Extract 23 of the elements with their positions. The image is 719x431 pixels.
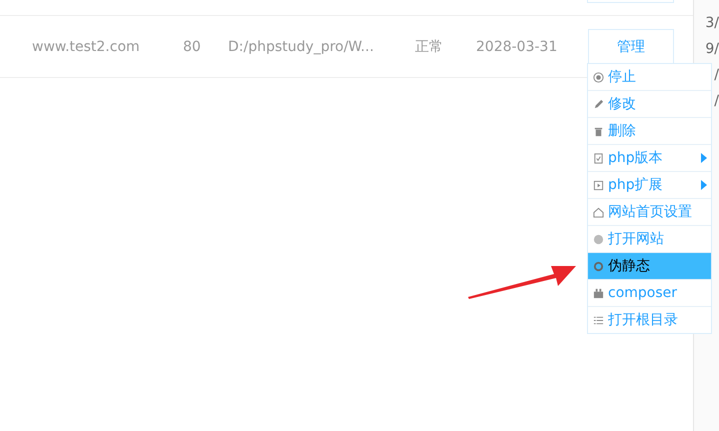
date-cell: 2028-03-31 <box>476 38 558 54</box>
cut-off-text: 3/ <box>705 15 719 32</box>
submenu-arrow-icon <box>701 180 707 190</box>
play-icon <box>593 180 604 190</box>
port-cell-text: 80 <box>183 38 202 54</box>
pencil-icon <box>593 98 604 110</box>
ring-icon <box>593 260 604 272</box>
domain-cell-text: www.test2.com <box>32 38 141 54</box>
globe-icon <box>593 234 604 244</box>
document-icon <box>593 152 604 164</box>
cut-off-text: 9/ <box>705 41 719 58</box>
status-cell-text: 正常 <box>415 38 444 56</box>
home-icon <box>593 206 604 218</box>
path-cell-text: D:/phpstudy_pro/W... <box>228 38 375 54</box>
submenu-arrow-icon <box>701 153 707 163</box>
cut-off-text: / <box>714 67 719 84</box>
stop-icon <box>593 72 604 82</box>
cut-off-text: / <box>714 93 719 110</box>
list-icon <box>593 314 604 326</box>
manage-button[interactable]: 管理 <box>588 29 674 64</box>
trash-icon <box>593 126 604 136</box>
package-icon <box>593 288 604 298</box>
menu-item[interactable]: 伪静态 <box>588 253 711 280</box>
